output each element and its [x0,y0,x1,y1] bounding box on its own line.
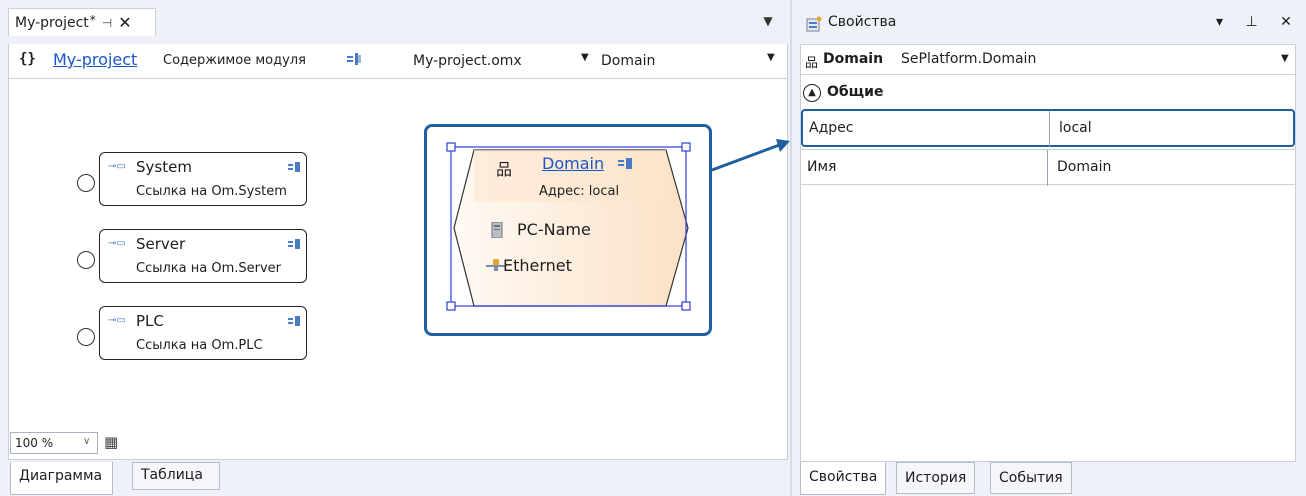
property-value[interactable]: local [1059,120,1092,136]
pin-icon[interactable]: ⊣ [102,16,112,30]
grid-toggle-icon[interactable]: ▦ [104,433,118,451]
domain-select-value: Domain [601,53,656,69]
column-separator [1047,150,1048,186]
network-icon: 品 [805,56,819,71]
properties-title: Свойства [828,14,897,30]
plug-icon: ⊸▭ [108,161,126,172]
tab-diagram[interactable]: Диаграмма [10,462,114,495]
reference-description: Ссылка на Om.Server [136,261,282,276]
reference-port-server[interactable] [77,251,95,269]
component-icon [288,162,300,172]
reference-description: Ссылка на Om.PLC [136,338,263,353]
component-icon [288,316,300,326]
reference-node-server[interactable]: ⊸▭ Server Ссылка на Om.Server [99,229,307,283]
reference-port-plc[interactable] [77,328,95,346]
zoom-value: 100 % [15,436,54,450]
tab-events[interactable]: События [990,462,1072,494]
plug-icon: ⊸▭ [108,315,126,326]
property-row-address[interactable]: Адрес local [801,109,1295,147]
property-row-name[interactable]: Имя Domain [801,149,1295,186]
module-braces-icon: {} [19,51,36,67]
document-tab-title: My-project [15,14,89,31]
close-icon[interactable]: ✕ [118,13,131,32]
properties-icon [806,16,822,32]
modified-indicator: * [89,12,96,27]
module-content-label: Содержимое модуля [163,53,306,68]
column-separator [1049,111,1050,147]
reference-node-system[interactable]: ⊸▭ System Ссылка на Om.System [99,152,307,206]
domain-select[interactable]: Domain ▼ [601,49,785,73]
reference-description: Ссылка на Om.System [136,184,287,199]
category-label: Общие [827,84,884,100]
network-icon: 品 [496,160,513,179]
property-value[interactable]: Domain [1057,159,1111,175]
category-header[interactable]: ▲ Общие [801,79,1295,107]
component-icon [288,239,300,249]
pane-menu-icon[interactable]: ▼ [758,14,778,32]
chevron-down-icon: ▼ [1281,53,1289,64]
property-key: Адрес [809,120,854,136]
diagram-toolbar: {} My-project Содержимое модуля My-proje… [8,44,788,78]
reference-name: Server [136,235,186,253]
file-select-value: My-project.omx [413,53,522,69]
file-select[interactable]: My-project.omx ▼ [413,49,593,73]
zoom-select[interactable]: 100 % ∨ [10,432,98,454]
tab-table[interactable]: Таблица [132,462,220,490]
properties-header: Свойства ▾ ⊥ ✕ [792,6,1306,40]
domain-item-pc-name[interactable]: PC-Name [517,220,591,239]
computer-icon [491,222,503,238]
reference-name: System [136,158,192,176]
object-name: Domain [823,51,884,67]
chevron-down-icon: ▼ [581,52,589,63]
reference-name: PLC [136,312,164,330]
collapse-icon[interactable]: ▲ [803,84,821,102]
plug-icon: ⊸▭ [108,238,126,249]
connector-arrow [711,139,790,172]
document-tab[interactable]: My-project * ⊣ ✕ [8,8,156,36]
object-type: SePlatform.Domain [901,51,1037,67]
properties-pane: Свойства ▾ ⊥ ✕ 品 Domain SePlatform.Domai… [792,0,1306,496]
pane-controls[interactable]: ▾ ⊥ ✕ [1216,14,1301,30]
object-selector[interactable]: 品 Domain SePlatform.Domain ▼ [801,45,1295,75]
component-icon [618,158,632,169]
project-link[interactable]: My-project [53,50,137,69]
domain-item-ethernet[interactable]: Ethernet [503,256,572,275]
tab-history[interactable]: История [896,462,976,494]
reference-node-plc[interactable]: ⊸▭ PLC Ссылка на Om.PLC [99,306,307,360]
chevron-down-icon: ▼ [767,52,775,63]
reference-port-system[interactable] [77,174,95,192]
domain-node-address: Адрес: local [539,184,620,199]
property-grid: 品 Domain SePlatform.Domain ▼ ▲ Общие Адр… [800,44,1296,462]
chevron-down-icon: ∨ [83,436,91,447]
diagram-pane: My-project * ⊣ ✕ ▼ {} My-project Содержи… [0,0,792,496]
tab-properties[interactable]: Свойства [800,462,887,495]
module-component-icon [347,53,361,65]
domain-node-title[interactable]: Domain [542,154,604,173]
property-key: Имя [807,159,837,175]
